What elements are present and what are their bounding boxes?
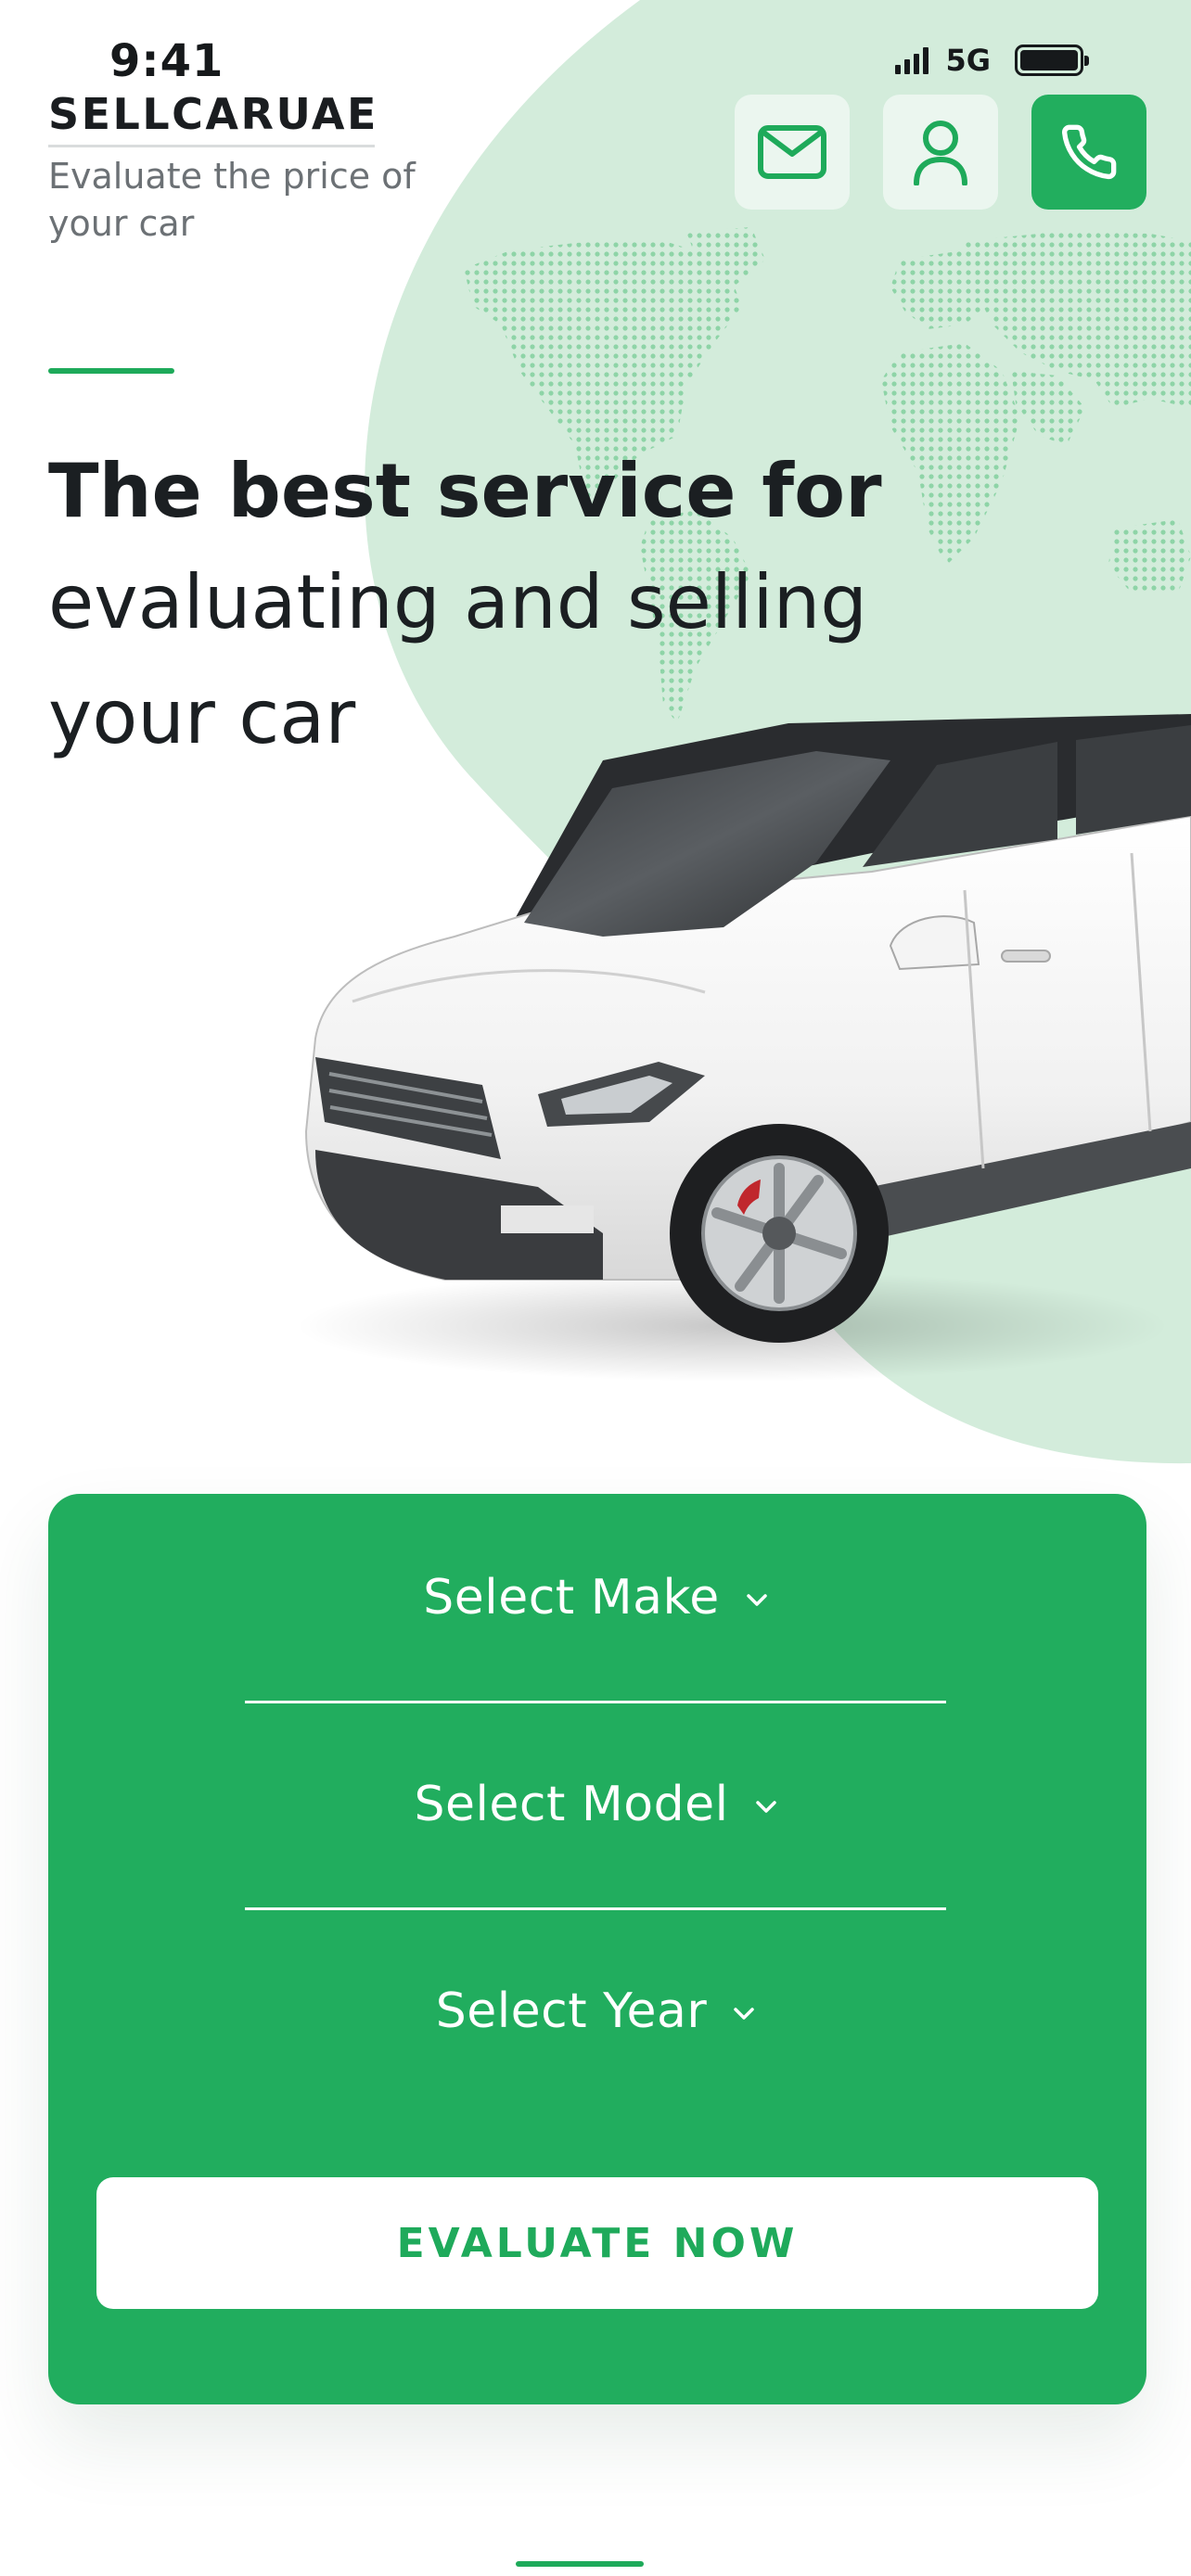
- status-indicators: 5G: [895, 43, 1089, 78]
- select-model-label: Select Model: [414, 1776, 729, 1832]
- brand-block: SELLCARUAE Evaluate the price of your ca…: [48, 89, 419, 248]
- select-make-label: Select Make: [423, 1569, 720, 1626]
- battery-icon: [1015, 45, 1089, 76]
- car-image: [297, 714, 1191, 1382]
- mail-icon: [758, 125, 826, 179]
- user-icon: [914, 121, 967, 185]
- hero-accent-line: [48, 368, 174, 374]
- evaluate-now-button[interactable]: EVALUATE NOW: [96, 2177, 1098, 2309]
- sellcar-home-screen: 9:41 5G SELLCARUAE Evaluate the price of…: [0, 0, 1191, 2576]
- phone-icon: [1061, 124, 1117, 180]
- headline-bold: The best service for: [48, 448, 882, 534]
- headline-line-2: evaluating and selling: [48, 559, 868, 645]
- status-time: 9:41: [109, 35, 224, 87]
- select-make-dropdown[interactable]: Select Make: [245, 1494, 946, 1703]
- cellular-signal-icon: [895, 46, 929, 74]
- profile-button[interactable]: [883, 95, 998, 210]
- headline-line-3: your car: [48, 674, 356, 760]
- brand-tagline: Evaluate the price of your car: [48, 156, 416, 244]
- chevron-down-icon: [746, 1593, 768, 1608]
- select-year-label: Select Year: [435, 1983, 708, 2039]
- call-button[interactable]: [1031, 95, 1146, 210]
- select-model-dropdown[interactable]: Select Model: [245, 1701, 946, 1910]
- chevron-down-icon: [733, 2007, 755, 2021]
- network-type: 5G: [945, 43, 991, 78]
- chevron-down-icon: [755, 1800, 777, 1815]
- hero-headline: The best service for evaluating and sell…: [48, 438, 976, 775]
- header-actions: [735, 95, 1146, 210]
- evaluation-form: Select Make Select Model Select Year EVA…: [48, 1494, 1146, 2404]
- home-indicator[interactable]: [516, 2561, 644, 2567]
- mail-button[interactable]: [735, 95, 850, 210]
- select-year-dropdown[interactable]: Select Year: [245, 1907, 946, 2114]
- brand-logo-text: SELLCARUAE: [48, 89, 376, 147]
